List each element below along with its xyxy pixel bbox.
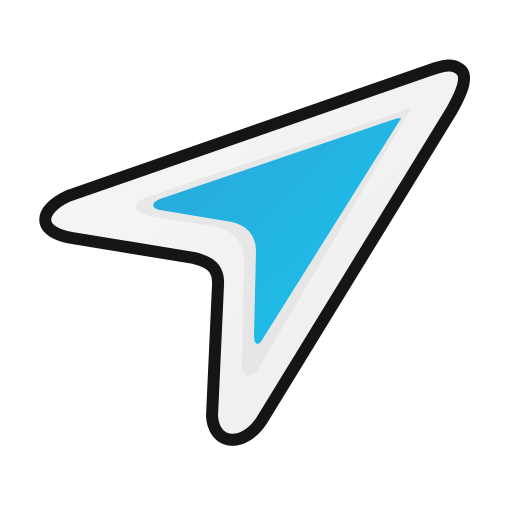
navigation-arrow-icon	[39, 59, 470, 446]
icon-canvas	[0, 0, 512, 512]
